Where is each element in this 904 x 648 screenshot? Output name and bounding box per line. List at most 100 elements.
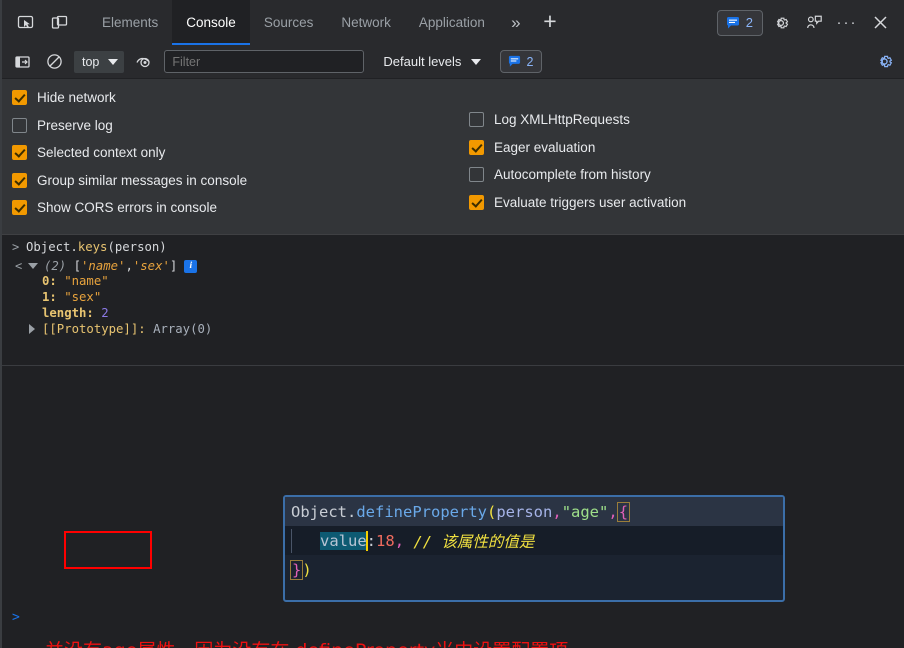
property-value: "name"	[64, 274, 108, 288]
message-count-badge[interactable]: 2	[717, 10, 763, 36]
checkbox-icon[interactable]	[469, 167, 484, 182]
panel-tabs: Elements Console Sources Network Applica…	[88, 0, 567, 45]
cmd-close-paren: )	[159, 240, 166, 254]
live-expression-icon[interactable]	[133, 51, 155, 73]
console-separator	[2, 365, 904, 366]
tab-network[interactable]: Network	[327, 0, 405, 45]
setting-label: Autocomplete from history	[494, 167, 651, 182]
feedback-icon[interactable]	[799, 8, 829, 38]
code-arg-age: "age"	[562, 503, 609, 521]
code-method: defineProperty	[356, 503, 487, 521]
editor-line-2: value:18, // 该属性的值是	[285, 526, 783, 555]
console-property-row: length: 2	[2, 305, 904, 321]
chevron-down-icon	[108, 59, 118, 65]
code-editor-popup[interactable]: Object.defineProperty(person,"age",{ val…	[283, 495, 785, 602]
more-options-icon[interactable]: ···	[832, 8, 862, 38]
setting-log-xmlhttprequests[interactable]: Log XMLHttpRequests	[469, 111, 686, 128]
devtools-tab-bar: Elements Console Sources Network Applica…	[2, 0, 904, 45]
speech-bubble-icon	[508, 55, 521, 68]
log-levels-select[interactable]: Default levels	[383, 54, 481, 69]
editor-line-1: Object.defineProperty(person,"age",{	[285, 497, 783, 526]
checkbox-icon[interactable]	[12, 173, 27, 188]
tab-bar-left-icons	[2, 0, 74, 45]
console-message-count-badge[interactable]: 2	[500, 50, 542, 73]
close-icon[interactable]	[865, 8, 895, 38]
prototype-key: [[Prototype]]:	[42, 322, 146, 336]
info-icon[interactable]: i	[184, 260, 197, 273]
code-comma-3: ,	[395, 532, 404, 550]
cmd-object: Object	[26, 240, 70, 254]
checkbox-icon[interactable]	[12, 145, 27, 160]
tab-label: Sources	[264, 15, 314, 30]
console-empty-prompt[interactable]: >	[12, 610, 20, 625]
speech-bubble-icon	[726, 16, 740, 30]
setting-show-cors-errors[interactable]: Show CORS errors in console	[12, 199, 469, 216]
execution-context-select[interactable]: top	[74, 51, 124, 73]
clear-console-icon[interactable]	[43, 51, 65, 73]
console-result-row[interactable]: < (2) [ 'name' , 'sex' ] i	[2, 257, 904, 273]
checkbox-icon[interactable]	[12, 200, 27, 215]
cmd-arg: person	[115, 240, 159, 254]
code-colon: :	[367, 532, 376, 550]
tab-bar-right-icons: 2 ···	[717, 0, 904, 45]
code-dot: .	[347, 503, 356, 521]
setting-hide-network[interactable]: Hide network	[12, 89, 469, 106]
gear-icon[interactable]	[766, 8, 796, 38]
settings-left-column: Hide network Preserve log Selected conte…	[2, 89, 469, 222]
console-property-row: 0: "name"	[2, 273, 904, 289]
message-count-value: 2	[746, 15, 753, 30]
setting-selected-context-only[interactable]: Selected context only	[12, 144, 469, 161]
filter-input[interactable]	[164, 50, 364, 73]
tab-elements[interactable]: Elements	[88, 0, 172, 45]
setting-label: Preserve log	[37, 118, 113, 133]
setting-label: Show CORS errors in console	[37, 200, 217, 215]
property-key: length:	[42, 306, 94, 320]
console-message-count-value: 2	[526, 55, 533, 69]
console-prototype-row[interactable]: [[Prototype]]: Array(0)	[2, 321, 904, 337]
setting-eager-evaluation[interactable]: Eager evaluation	[469, 139, 686, 156]
setting-group-similar-messages[interactable]: Group similar messages in console	[12, 172, 469, 189]
code-object: Object	[291, 503, 347, 521]
checkbox-icon[interactable]	[469, 140, 484, 155]
console-output[interactable]: > Object.keys(person) < (2) [ 'name' , '…	[2, 235, 904, 643]
cmd-method: keys	[78, 240, 108, 254]
inspect-element-icon[interactable]	[10, 8, 40, 38]
setting-evaluate-triggers-user-activation[interactable]: Evaluate triggers user activation	[469, 194, 686, 211]
checkbox-icon[interactable]	[469, 112, 484, 127]
tab-application[interactable]: Application	[405, 0, 499, 45]
code-open-brace: {	[617, 502, 630, 522]
code-arg-person: person	[496, 503, 552, 521]
more-tabs-icon[interactable]: »	[499, 0, 533, 45]
settings-right-column: Log XMLHttpRequests Eager evaluation Aut…	[469, 89, 686, 222]
setting-preserve-log[interactable]: Preserve log	[12, 117, 469, 134]
annotation-red-box	[64, 531, 152, 569]
console-command-row[interactable]: > Object.keys(person)	[2, 235, 904, 257]
array-comma: ,	[125, 259, 132, 273]
code-close-brace: }	[290, 560, 303, 580]
code-close-paren: )	[302, 561, 311, 579]
tab-label: Elements	[102, 15, 158, 30]
array-length-label: (2)	[44, 259, 66, 273]
sidebar-toggle-icon[interactable]	[12, 51, 34, 73]
array-open-bracket: [	[74, 259, 81, 273]
setting-label: Selected context only	[37, 145, 165, 160]
add-panel-icon[interactable]: +	[533, 0, 567, 45]
setting-label: Evaluate triggers user activation	[494, 195, 686, 210]
editor-line-3: })	[285, 555, 783, 584]
expand-triangle-icon[interactable]	[28, 263, 38, 269]
setting-autocomplete-from-history[interactable]: Autocomplete from history	[469, 166, 686, 183]
console-settings-gear-icon[interactable]	[872, 50, 896, 74]
array-item-0: 'name'	[81, 259, 125, 273]
expand-triangle-right-icon[interactable]	[29, 324, 35, 334]
checkbox-icon[interactable]	[469, 195, 484, 210]
execution-context-value: top	[82, 55, 99, 69]
checkbox-icon[interactable]	[12, 90, 27, 105]
tab-label: Console	[186, 15, 236, 30]
tab-console[interactable]: Console	[172, 0, 250, 45]
setting-label: Group similar messages in console	[37, 173, 247, 188]
device-toolbar-icon[interactable]	[44, 8, 74, 38]
tab-sources[interactable]: Sources	[250, 0, 328, 45]
property-value: 2	[101, 306, 108, 320]
checkbox-icon[interactable]	[12, 118, 27, 133]
property-key: 1:	[42, 290, 57, 304]
